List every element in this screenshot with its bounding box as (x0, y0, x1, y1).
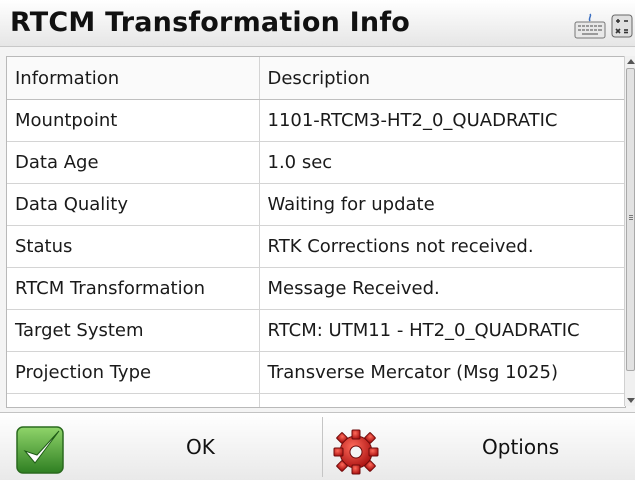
grip-icon (629, 215, 633, 216)
row-value: Waiting for update (259, 183, 625, 226)
table-row[interactable]: Data Quality Waiting for update (7, 183, 625, 226)
table-row[interactable]: Mountpoint 1101-RTCM3-HT2_0_QUADRATIC (7, 99, 625, 142)
options-button-label: Options (482, 435, 560, 459)
row-label: Status (7, 225, 260, 268)
keyboard-icon[interactable] (574, 12, 606, 40)
row-value: 1.0 sec (259, 141, 625, 184)
row-label (7, 393, 260, 407)
row-value (259, 393, 625, 407)
row-value: RTCM: UTM11 - HT2_0_QUADRATIC (259, 309, 625, 352)
checkmark-icon (16, 426, 64, 474)
row-label: Mountpoint (7, 99, 260, 142)
table-row[interactable]: RTCM Transformation Message Received. (7, 267, 625, 310)
scroll-up-arrow-icon[interactable] (627, 59, 635, 64)
row-value: RTK Corrections not received. (259, 225, 625, 268)
scrollbar-thumb[interactable] (626, 68, 635, 371)
column-header-description[interactable]: Description (259, 57, 625, 100)
row-value: Transverse Mercator (Msg 1025) (259, 351, 625, 394)
row-label: Data Quality (7, 183, 260, 226)
info-table: Information Description Mountpoint 1101-… (6, 56, 626, 408)
row-label: Data Age (7, 141, 260, 184)
table-row[interactable]: Status RTK Corrections not received. (7, 225, 625, 268)
window-title: RTCM Transformation Info (10, 7, 411, 38)
ok-button-label: OK (186, 435, 215, 459)
row-label: RTCM Transformation (7, 267, 260, 310)
row-label: Projection Type (7, 351, 260, 394)
button-divider (322, 417, 323, 477)
table-row[interactable]: Target System RTCM: UTM11 - HT2_0_QUADRA… (7, 309, 625, 352)
ok-button[interactable]: OK (0, 413, 322, 480)
table-header-row: Information Description (7, 57, 625, 100)
bottom-button-bar: OK Options (0, 412, 635, 480)
table-row[interactable]: Data Age 1.0 sec (7, 141, 625, 184)
table-row[interactable]: Projection Type Transverse Mercator (Msg… (7, 351, 625, 394)
row-label: Target System (7, 309, 260, 352)
table-row[interactable] (7, 393, 625, 407)
column-header-information[interactable]: Information (7, 57, 260, 100)
scroll-down-arrow-icon[interactable] (627, 398, 635, 403)
table-scrollbar[interactable] (624, 56, 635, 406)
row-value: 1101-RTCM3-HT2_0_QUADRATIC (259, 99, 625, 142)
options-button[interactable]: Options (324, 413, 635, 480)
calculator-icon[interactable] (611, 14, 633, 38)
title-bar: RTCM Transformation Info (0, 0, 635, 47)
gear-icon (333, 429, 379, 475)
row-value: Message Received. (259, 267, 625, 310)
